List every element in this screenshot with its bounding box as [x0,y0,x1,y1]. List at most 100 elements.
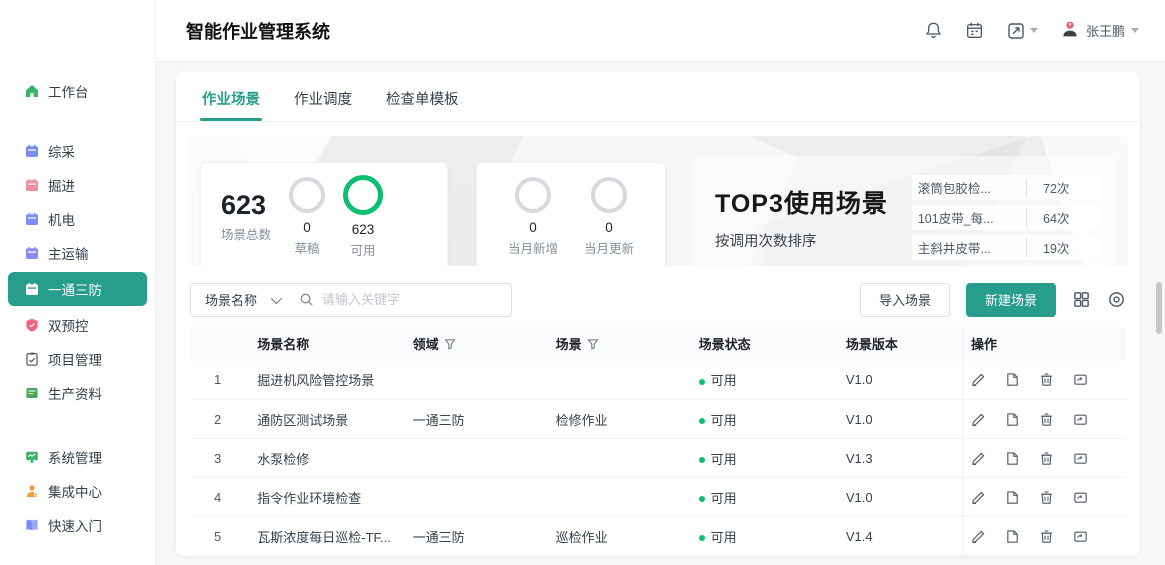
sidebar-item-shengchanziliao[interactable]: 生产资料 [16,378,145,408]
copy-icon[interactable] [1005,529,1020,544]
sidebar-item-label: 集成中心 [48,481,102,501]
sidebar-item-label: 快速入门 [48,515,102,535]
delete-icon[interactable] [1039,490,1054,505]
sidebar-item-zongcai[interactable]: 综采 [16,136,145,166]
chevron-down-icon [271,292,282,303]
table-row[interactable]: 5 瓦斯浓度每日巡检-TF... 一通三防 巡检作业 可用 V1.4 [190,517,1126,556]
sidebar-item-workbench[interactable]: 工作台 [16,76,145,106]
create-scene-button[interactable]: 新建场景 [966,283,1056,317]
sidebar-item-xiangmuguanli[interactable]: 项目管理 [16,344,145,374]
top3-item[interactable]: 101皮带_每... 64次 [912,205,1102,230]
scene-name-cell: 掘进机风险管控场景 [249,361,404,400]
edit-icon[interactable] [971,451,986,466]
export-icon[interactable] [1073,490,1088,505]
tab-checklist-template[interactable]: 检查单模板 [386,88,459,121]
scene-type-cell [548,361,691,400]
col-header-label: 领域 [413,334,439,353]
copy-icon[interactable] [1005,451,1020,466]
calendar-icon[interactable] [965,21,984,40]
export-icon[interactable] [1073,451,1088,466]
copy-icon[interactable] [1005,412,1020,427]
scene-name-cell: 水泵检修 [249,439,404,478]
domain-cell [405,439,548,478]
integration-icon [24,484,39,499]
version-cell: V1.0 [838,400,963,439]
table-row[interactable]: 2 通防区测试场景 一通三防 检修作业 可用 V1.0 [190,400,1126,439]
domain-cell [405,478,548,517]
export-icon[interactable] [1073,412,1088,427]
scene-total-card: 623 场景总数 0 草稿 623 可用 [200,162,448,266]
status-cell: 可用 [691,400,838,439]
sidebar-item-label: 系统管理 [48,447,102,467]
ring-value: 0 [605,220,613,235]
action-cell [962,400,1126,439]
filter-icon[interactable] [444,338,456,350]
monthly-stats-card: 0 当月新增 0 当月更新 [476,162,666,266]
status-dot [699,418,705,424]
user-menu[interactable]: 张王鹏 [1060,19,1139,42]
filter-icon[interactable] [587,338,599,350]
shield-icon [24,318,39,333]
delete-icon[interactable] [1039,451,1054,466]
ring-label: 当月更新 [584,238,634,257]
top3-item[interactable]: 滚筒包胶检... 72次 [912,175,1102,200]
export-icon[interactable] [1073,372,1088,387]
tab-scenes[interactable]: 作业场景 [202,88,260,121]
domain-cell [405,361,548,400]
status-cell: 可用 [691,439,838,478]
card-view-icon[interactable] [1072,290,1091,309]
top3-item[interactable]: 主斜井皮带... 19次 [912,235,1102,260]
chevron-down-icon [1131,28,1139,33]
search-group: 场景名称 [190,283,512,317]
search-field-select[interactable]: 场景名称 [191,284,291,316]
sidebar-item-label: 工作台 [48,81,89,101]
import-scene-button[interactable]: 导入场景 [860,283,950,317]
top3-item-count: 19次 [1026,238,1096,257]
stat-ring-updated-this-month: 0 当月更新 [584,177,634,257]
edit-icon[interactable] [971,412,986,427]
column-setting-icon[interactable] [1107,290,1126,309]
search-input[interactable] [322,292,472,307]
sidebar-item-kuaisurumen[interactable]: 快速入门 [16,510,145,540]
status-badge: 可用 [711,452,737,467]
calendar-icon [24,282,39,297]
sidebar-item-zhuyunshu[interactable]: 主运输 [16,238,145,268]
sidebar-item-label: 一通三防 [48,279,102,299]
delete-icon[interactable] [1039,529,1054,544]
status-cell: 可用 [691,478,838,517]
copy-icon[interactable] [1005,490,1020,505]
sidebar-item-label: 机电 [48,209,75,229]
sidebar-item-label: 项目管理 [48,349,102,369]
sidebar-item-jidian[interactable]: 机电 [16,204,145,234]
edit-icon[interactable] [971,372,986,387]
export-icon[interactable] [1073,529,1088,544]
book-icon [24,518,39,533]
table-row[interactable]: 4 指令作业环境检查 可用 V1.0 [190,478,1126,517]
table-row[interactable]: 3 水泵检修 可用 V1.3 [190,439,1126,478]
sidebar-item-juejin[interactable]: 掘进 [16,170,145,200]
table-row[interactable]: 1 掘进机风险管控场景 可用 V1.0 [190,361,1126,400]
sidebar-item-shuangyukong[interactable]: 双预控 [16,310,145,340]
delete-icon[interactable] [1039,372,1054,387]
top3-item-count: 72次 [1026,178,1096,197]
bell-icon[interactable] [924,21,943,40]
sidebar-item-jichengzhongxin[interactable]: 集成中心 [16,476,145,506]
app-switch-icon[interactable] [1006,21,1038,41]
vertical-scrollbar[interactable] [1156,282,1162,334]
top3-item-count: 64次 [1026,208,1096,227]
edit-icon[interactable] [971,529,986,544]
tab-scheduling[interactable]: 作业调度 [294,88,352,121]
copy-icon[interactable] [1005,372,1020,387]
page-title: 智能作业管理系统 [186,18,330,44]
calendar-icon [24,178,39,193]
scene-name-cell: 瓦斯浓度每日巡检-TF... [249,517,404,556]
ring-chart [289,177,325,213]
status-badge: 可用 [711,373,737,388]
delete-icon[interactable] [1039,412,1054,427]
scene-name-cell: 通防区测试场景 [249,400,404,439]
col-header-action: 操作 [962,327,1126,361]
scene-type-cell [548,478,691,517]
edit-icon[interactable] [971,490,986,505]
sidebar-item-yitongsanfang[interactable]: 一通三防 [8,272,147,306]
sidebar-item-xitongguanli[interactable]: 系统管理 [16,442,145,472]
